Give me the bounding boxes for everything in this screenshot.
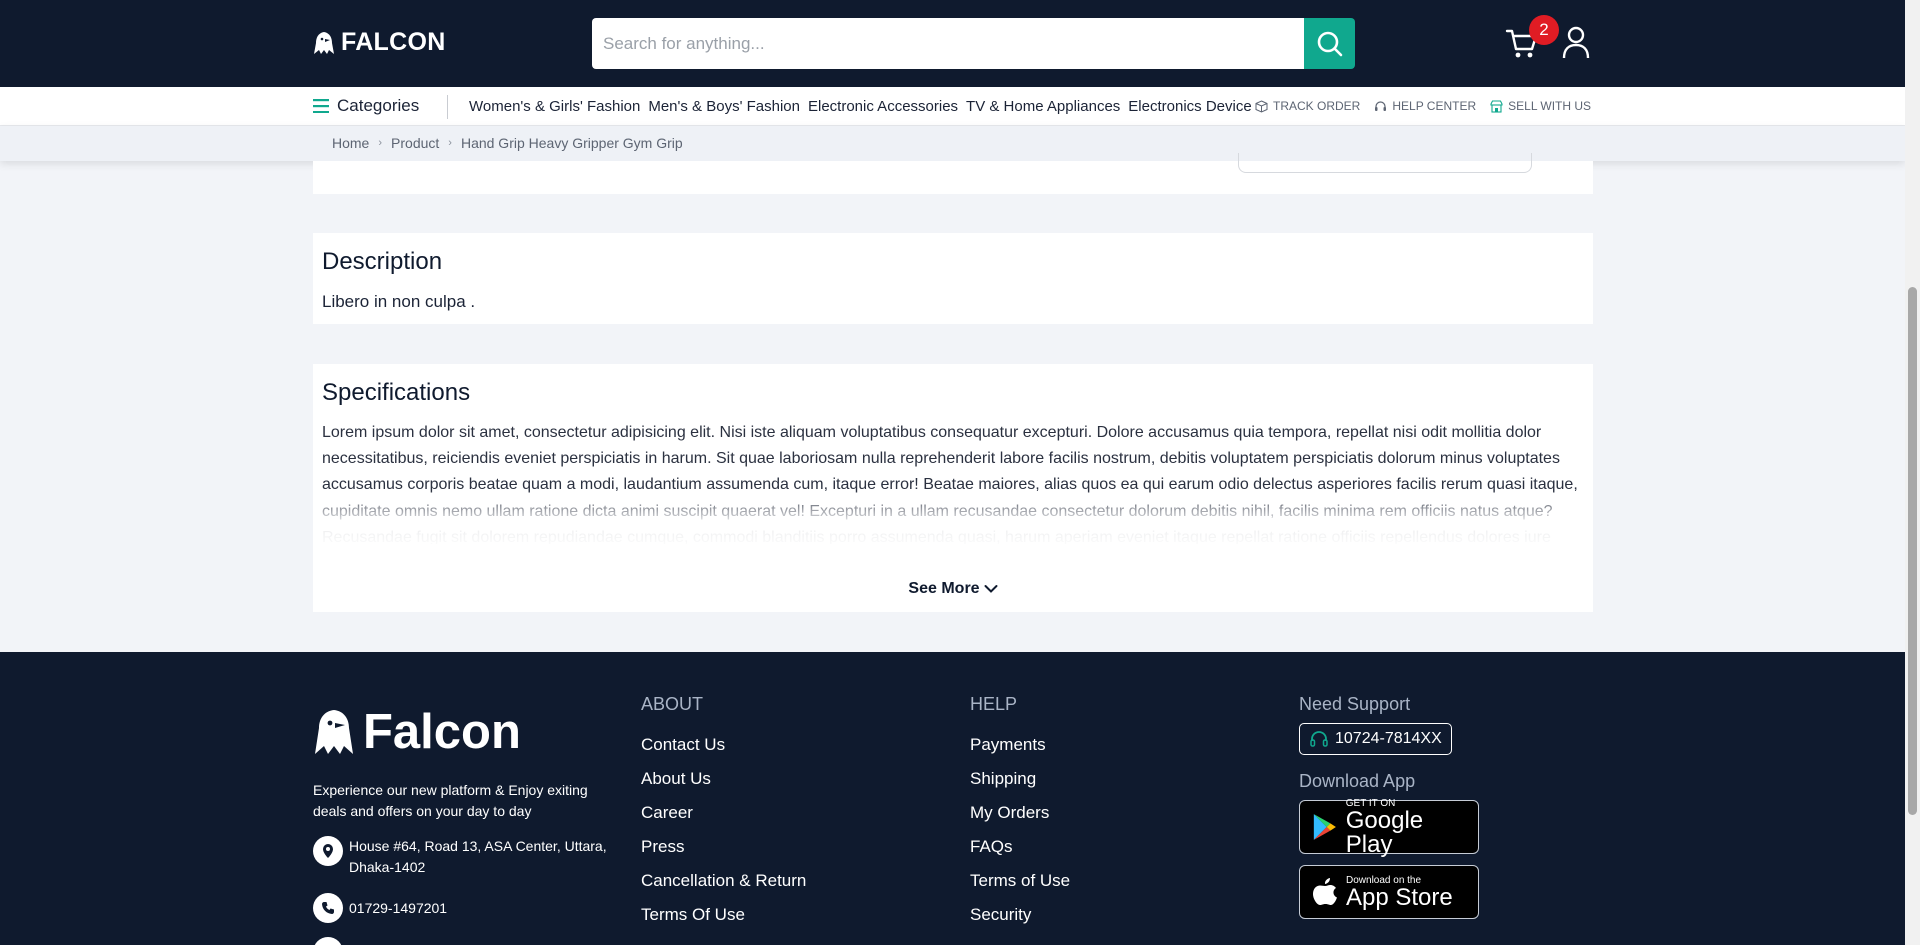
footer-tagline: Experience our new platform & Enjoy exit… xyxy=(313,782,588,819)
location-pin-icon xyxy=(313,836,343,866)
footer-about-column: ABOUT Contact Us About Us Career Press C… xyxy=(641,694,806,939)
footer-link-contact-us[interactable]: Contact Us xyxy=(641,735,806,755)
footer-link-my-orders[interactable]: My Orders xyxy=(970,803,1070,823)
footer-link-about-us[interactable]: About Us xyxy=(641,769,806,789)
user-account-icon[interactable] xyxy=(1561,26,1591,59)
google-play-icon xyxy=(1313,814,1336,840)
footer-link-terms-of-use-help[interactable]: Terms of Use xyxy=(970,871,1070,891)
footer-support-title: Need Support xyxy=(1299,694,1411,714)
box-icon xyxy=(1255,99,1268,113)
footer-link-shipping[interactable]: Shipping xyxy=(970,769,1070,789)
categories-menu-button[interactable]: Categories xyxy=(313,96,419,116)
cart-count-badge: 2 xyxy=(1529,15,1559,45)
breadcrumb: Home › Product › Hand Grip Heavy Gripper… xyxy=(332,135,683,151)
track-order-link[interactable]: TRACK ORDER xyxy=(1255,99,1360,113)
nav-link-mens-fashion[interactable]: Men's & Boys' Fashion xyxy=(648,98,800,115)
sell-with-us-link[interactable]: SELL WITH US xyxy=(1490,99,1591,113)
headset-icon xyxy=(1310,731,1328,747)
footer-brand-name: Falcon xyxy=(363,705,521,759)
headset-icon xyxy=(1375,100,1387,111)
footer-link-faqs[interactable]: FAQs xyxy=(970,837,1070,857)
specifications-section: Specifications Lorem ipsum dolor sit ame… xyxy=(313,364,1593,612)
breadcrumb-current: Hand Grip Heavy Gripper Gym Grip xyxy=(460,135,683,151)
nav-link-womens-fashion[interactable]: Women's & Girls' Fashion xyxy=(469,98,640,115)
description-section: Description Libero in non culpa . xyxy=(313,233,1593,324)
footer-support-column: Need Support 10724-7814XX Download App G… xyxy=(1299,694,1479,930)
footer-link-payments[interactable]: Payments xyxy=(970,735,1070,755)
brand-name: FALCON xyxy=(341,28,446,56)
breadcrumb-home[interactable]: Home xyxy=(332,135,369,151)
product-option-box-edge xyxy=(1238,153,1532,173)
support-number-button[interactable]: 10724-7814XX xyxy=(1299,723,1452,755)
track-order-label: TRACK ORDER xyxy=(1273,99,1361,113)
specifications-title: Specifications xyxy=(322,379,471,406)
footer-link-cancellation-return[interactable]: Cancellation & Return xyxy=(641,871,806,891)
store-icon xyxy=(1490,99,1503,113)
category-links: Women's & Girls' Fashion Men's & Boys' F… xyxy=(469,98,1252,115)
footer-phone-text: 01729-1497201 xyxy=(349,900,448,916)
help-center-link[interactable]: HELP CENTER xyxy=(1374,99,1476,113)
description-text: Libero in non culpa . xyxy=(322,292,476,311)
brand-logo[interactable]: FALCON xyxy=(313,28,446,57)
footer-link-career[interactable]: Career xyxy=(641,803,806,823)
nav-divider xyxy=(447,95,448,119)
google-play-button[interactable]: GET IT ON Google Play xyxy=(1299,798,1479,858)
text-fade-overlay xyxy=(313,490,1593,550)
app-store-big-text: App Store xyxy=(1346,883,1453,911)
quick-links: TRACK ORDER HELP CENTER SELL WITH US xyxy=(1255,99,1591,113)
category-nav-bar: Categories Women's & Girls' Fashion Men'… xyxy=(0,87,1905,126)
support-number: 10724-7814XX xyxy=(1335,730,1442,747)
chevron-right-icon: › xyxy=(378,137,383,149)
falcon-logo-icon xyxy=(314,31,334,54)
help-center-label: HELP CENTER xyxy=(1392,99,1477,113)
search-icon xyxy=(1317,31,1342,56)
footer-brand-logo[interactable]: Falcon xyxy=(313,704,521,760)
search-button[interactable] xyxy=(1304,18,1355,69)
footer-link-security[interactable]: Security xyxy=(970,905,1070,925)
nav-link-tv-home-appliances[interactable]: TV & Home Appliances xyxy=(966,98,1120,115)
phone-icon xyxy=(313,893,343,923)
app-store-button[interactable]: Download on the App Store xyxy=(1299,865,1479,919)
nav-link-electronics-device[interactable]: Electronics Device xyxy=(1128,98,1251,115)
categories-label: Categories xyxy=(337,96,420,115)
footer-contact-icon xyxy=(313,937,343,945)
chevron-right-icon: › xyxy=(448,137,452,149)
eagle-logo-icon xyxy=(315,710,353,754)
scrollbar-thumb[interactable] xyxy=(1908,287,1917,815)
site-footer: Falcon Experience our new platform & Enj… xyxy=(0,652,1905,945)
footer-address-text: House #64, Road 13, ASA Center, Uttara, … xyxy=(349,838,607,875)
search-bar xyxy=(592,18,1355,69)
sell-with-us-label: SELL WITH US xyxy=(1508,99,1592,113)
search-input[interactable] xyxy=(592,18,1304,69)
chevron-down-icon xyxy=(984,585,998,593)
footer-about-title: ABOUT xyxy=(641,694,704,714)
footer-help-title: HELP xyxy=(970,694,1018,714)
footer-phone[interactable]: 01729-1497201 xyxy=(313,893,447,923)
see-more-label: See More xyxy=(908,580,980,597)
hamburger-menu-icon xyxy=(313,99,329,113)
footer-help-column: HELP Payments Shipping My Orders FAQs Te… xyxy=(970,694,1070,939)
apple-icon xyxy=(1313,878,1337,905)
footer-link-terms-of-use[interactable]: Terms Of Use xyxy=(641,905,806,925)
breadcrumb-bar: Home › Product › Hand Grip Heavy Gripper… xyxy=(0,126,1905,161)
description-title: Description xyxy=(322,248,443,275)
google-play-big-text: Google Play xyxy=(1345,806,1424,858)
product-card-bottom xyxy=(313,153,1593,194)
breadcrumb-product[interactable]: Product xyxy=(391,135,439,151)
footer-link-press[interactable]: Press xyxy=(641,837,806,857)
top-header: FALCON 2 xyxy=(0,0,1905,87)
footer-address: House #64, Road 13, ASA Center, Uttara, … xyxy=(313,836,613,878)
download-app-title: Download App xyxy=(1299,771,1416,791)
nav-link-electronic-accessories[interactable]: Electronic Accessories xyxy=(808,98,958,115)
see-more-button[interactable]: See More xyxy=(313,580,1593,598)
